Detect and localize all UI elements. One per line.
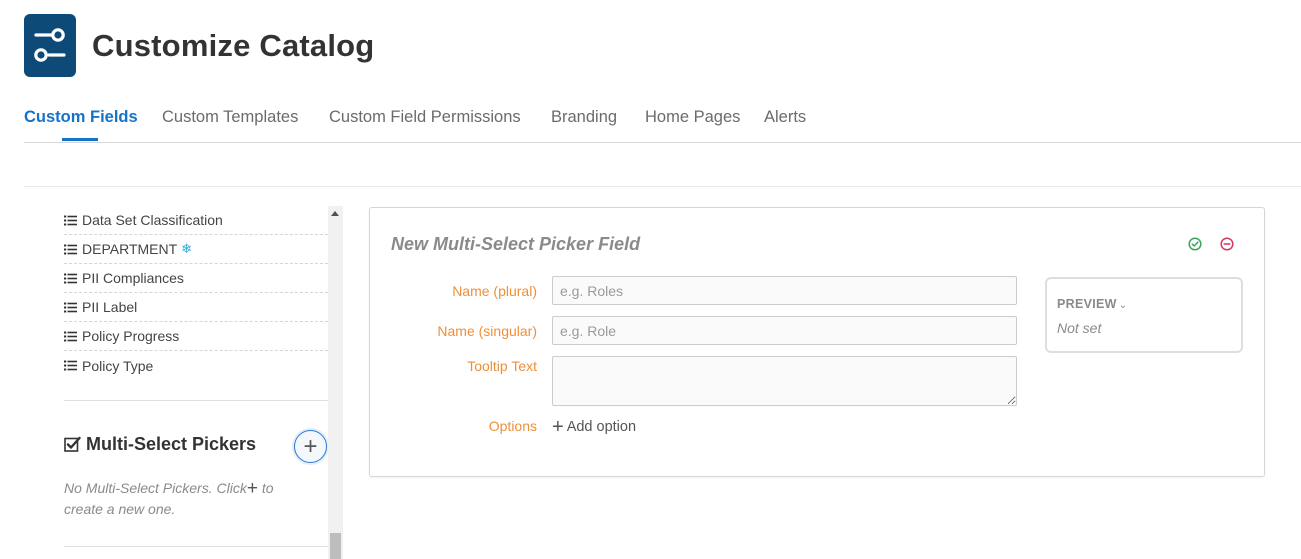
sidebar-item-data-set-classification[interactable]: Data Set Classification bbox=[64, 206, 328, 235]
tab-custom-templates[interactable]: Custom Templates bbox=[162, 108, 298, 127]
sidebar-item-policy-type[interactable]: Policy Type bbox=[64, 351, 328, 380]
preview-label: PREVIEW bbox=[1057, 297, 1117, 311]
sidebar-item-department[interactable]: DEPARTMENT ❄ bbox=[64, 235, 328, 264]
sidebar-item-policy-progress[interactable]: Policy Progress bbox=[64, 322, 328, 351]
add-option-label: Add option bbox=[566, 419, 637, 435]
app-logo bbox=[24, 14, 76, 77]
add-option-button[interactable]: + Add option bbox=[552, 416, 636, 439]
sidebar-item-label: PII Label bbox=[82, 299, 138, 315]
page-title: Customize Catalog bbox=[92, 28, 375, 63]
content-divider bbox=[24, 186, 1301, 187]
tab-alerts[interactable]: Alerts bbox=[764, 108, 806, 127]
plus-icon: + bbox=[552, 416, 564, 438]
sidebar-item-pii-compliances[interactable]: PII Compliances bbox=[64, 264, 328, 293]
list-icon bbox=[64, 331, 77, 341]
empty-text-before: No Multi-Select Pickers. Click bbox=[64, 480, 247, 496]
check-circle-icon[interactable] bbox=[1188, 237, 1202, 251]
sidebar-item-label: Policy Progress bbox=[82, 328, 180, 344]
preview-value: Not set bbox=[1057, 320, 1102, 336]
scroll-thumb[interactable] bbox=[330, 533, 341, 559]
add-multi-select-picker-button[interactable]: + bbox=[294, 430, 327, 463]
name-plural-input[interactable] bbox=[552, 276, 1017, 305]
tooltip-text-label: Tooltip Text bbox=[467, 358, 537, 374]
tab-home-pages[interactable]: Home Pages bbox=[645, 108, 740, 127]
field-list: Data Set Classification DEPARTMENT ❄ PII… bbox=[64, 206, 328, 380]
sidebar-divider bbox=[64, 400, 328, 401]
list-icon bbox=[64, 273, 77, 283]
sidebar-item-label: Policy Type bbox=[82, 357, 154, 374]
sidebar-item-label: PII Compliances bbox=[82, 270, 184, 286]
sidebar-item-label: Data Set Classification bbox=[82, 212, 223, 228]
sidebar-divider bbox=[64, 546, 328, 547]
sidebar-item-pii-label[interactable]: PII Label bbox=[64, 293, 328, 322]
list-icon bbox=[64, 302, 77, 312]
section-title: Multi-Select Pickers bbox=[86, 434, 257, 454]
tab-branding[interactable]: Branding bbox=[551, 108, 617, 127]
list-icon bbox=[64, 215, 77, 225]
custom-fields-sidebar: Data Set Classification DEPARTMENT ❄ PII… bbox=[64, 206, 328, 559]
chevron-down-icon: ⌄ bbox=[1118, 300, 1128, 311]
sidebar-item-label: DEPARTMENT bbox=[82, 241, 178, 257]
preview-box: PREVIEW ⌄ Not set bbox=[1045, 277, 1243, 353]
active-tab-indicator bbox=[62, 138, 98, 141]
tab-custom-fields[interactable]: Custom Fields bbox=[24, 108, 138, 127]
name-singular-input[interactable] bbox=[552, 316, 1017, 345]
plus-icon: + bbox=[303, 433, 318, 460]
options-label: Options bbox=[488, 418, 537, 434]
list-icon bbox=[64, 360, 77, 371]
new-field-panel: New Multi-Select Picker Field Name (plur… bbox=[369, 207, 1265, 477]
sidebar-scrollbar[interactable] bbox=[328, 206, 343, 559]
snowflake-icon: ❄ bbox=[181, 241, 193, 256]
plus-icon: + bbox=[246, 478, 258, 499]
preview-toggle[interactable]: PREVIEW ⌄ bbox=[1057, 297, 1127, 311]
checkbox-icon bbox=[64, 436, 81, 452]
settings-sliders-icon bbox=[34, 28, 66, 62]
empty-state-message: No Multi-Select Pickers. Click+ to creat… bbox=[64, 478, 314, 520]
tab-bar: Custom Fields Custom Templates Custom Fi… bbox=[24, 100, 1301, 143]
scroll-up-arrow-icon[interactable] bbox=[331, 211, 339, 216]
tooltip-text-input[interactable] bbox=[552, 356, 1017, 406]
name-singular-label: Name (singular) bbox=[437, 323, 537, 339]
minus-circle-icon[interactable] bbox=[1220, 237, 1234, 251]
multi-select-pickers-header: Multi-Select Pickers bbox=[64, 434, 256, 455]
panel-title: New Multi-Select Picker Field bbox=[391, 234, 641, 254]
name-plural-label: Name (plural) bbox=[452, 283, 537, 299]
tab-custom-field-permissions[interactable]: Custom Field Permissions bbox=[329, 108, 521, 127]
list-icon bbox=[64, 244, 77, 254]
